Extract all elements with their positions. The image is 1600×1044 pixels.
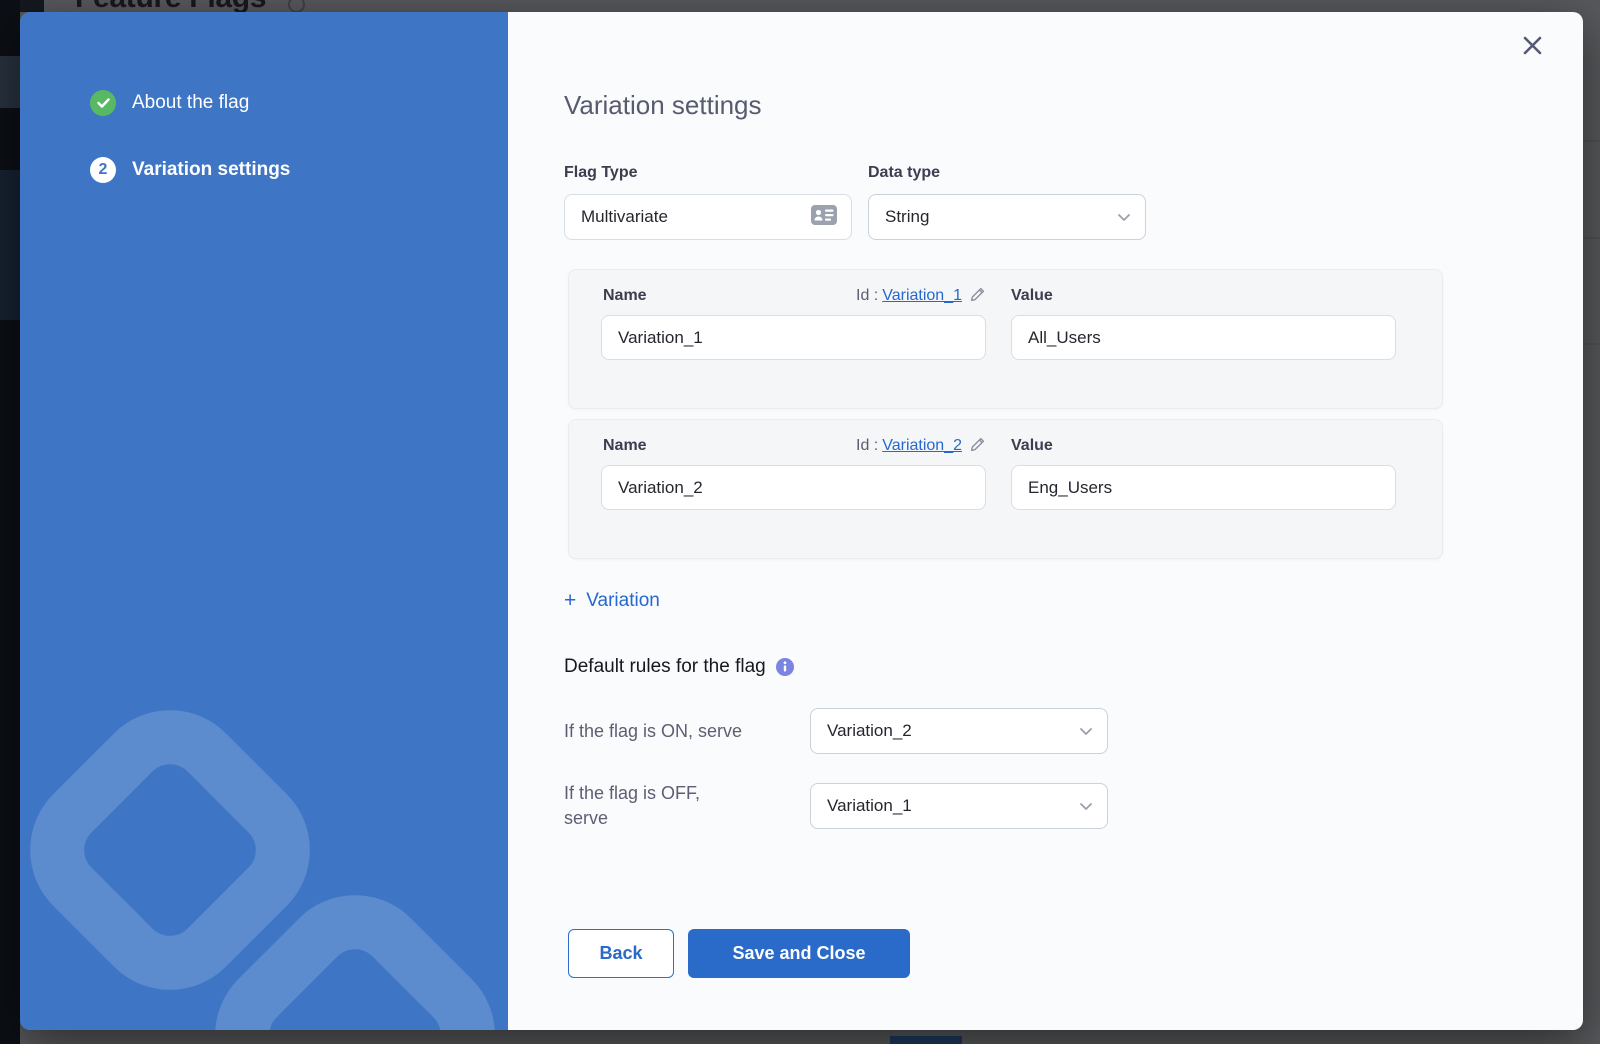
variation-value-input[interactable]	[1011, 315, 1396, 360]
dimmed-background-button	[890, 1036, 962, 1044]
info-filled-icon[interactable]	[776, 658, 794, 676]
id-prefix: Id :	[856, 287, 878, 304]
chevron-down-icon	[1079, 796, 1093, 816]
step-variation-settings[interactable]: 2 Variation settings	[90, 157, 290, 183]
check-icon	[90, 90, 116, 116]
off-rule-value: Variation_1	[827, 796, 1079, 816]
app-sidebar-selected-item	[0, 56, 20, 108]
variation-name-input[interactable]	[601, 465, 986, 510]
background-row-divider	[1583, 343, 1600, 345]
step-label: Variation settings	[132, 159, 290, 181]
step-number-badge: 2	[90, 157, 116, 183]
back-button[interactable]: Back	[568, 929, 674, 978]
variation-settings-panel: Variation settings Flag Type Multivariat…	[508, 12, 1583, 1030]
variation-value-input[interactable]	[1011, 465, 1396, 510]
close-x-icon	[1521, 34, 1544, 60]
wizard-sidebar: About the flag 2 Variation settings	[20, 12, 508, 1030]
data-type-select[interactable]: String	[868, 194, 1146, 240]
step-about-the-flag[interactable]: About the flag	[90, 90, 290, 116]
pencil-icon[interactable]	[969, 440, 986, 457]
data-type-label: Data type	[868, 164, 1146, 182]
variation-card: Name Id :Variation_1 Value	[568, 269, 1443, 409]
background-row-divider	[1583, 140, 1600, 142]
data-type-value: String	[885, 207, 1117, 227]
close-button[interactable]	[1517, 32, 1547, 62]
on-rule-select[interactable]: Variation_2	[810, 708, 1108, 754]
panel-title: Variation settings	[564, 90, 762, 121]
add-variation-button[interactable]: + Variation	[564, 589, 660, 613]
off-rule-select[interactable]: Variation_1	[810, 783, 1108, 829]
chevron-down-icon	[1079, 721, 1093, 741]
default-rules-heading: Default rules for the flag	[564, 656, 766, 678]
off-rule-label: If the flag is OFF, serve	[564, 781, 810, 831]
add-variation-label: Variation	[586, 590, 660, 612]
variation-id-link[interactable]: Variation_2	[882, 437, 962, 454]
step-label: About the flag	[132, 92, 249, 114]
id-prefix: Id :	[856, 437, 878, 454]
plus-icon: +	[564, 589, 576, 613]
chevron-down-icon	[1117, 207, 1131, 227]
flag-type-label: Flag Type	[564, 164, 852, 182]
flag-type-field[interactable]: Multivariate	[564, 194, 852, 240]
variation-name-input[interactable]	[601, 315, 986, 360]
app-sidebar-corner	[20, 0, 44, 12]
value-label: Value	[1011, 437, 1053, 455]
app-sidebar-section	[0, 170, 20, 320]
variation-card: Name Id :Variation_2 Value	[568, 419, 1443, 559]
pencil-icon[interactable]	[969, 290, 986, 307]
contact-card-icon	[811, 205, 837, 230]
on-rule-value: Variation_2	[827, 721, 1079, 741]
save-and-close-button[interactable]: Save and Close	[688, 929, 910, 978]
background-row-divider	[1583, 237, 1600, 239]
on-rule-label: If the flag is ON, serve	[564, 719, 810, 744]
value-label: Value	[1011, 287, 1053, 305]
brand-watermark-logo	[20, 680, 510, 1030]
flag-settings-dialog: About the flag 2 Variation settings Vari…	[20, 12, 1583, 1030]
variation-id-link[interactable]: Variation_1	[882, 287, 962, 304]
app-sidebar-edge	[0, 0, 20, 1044]
flag-type-value: Multivariate	[581, 207, 811, 227]
